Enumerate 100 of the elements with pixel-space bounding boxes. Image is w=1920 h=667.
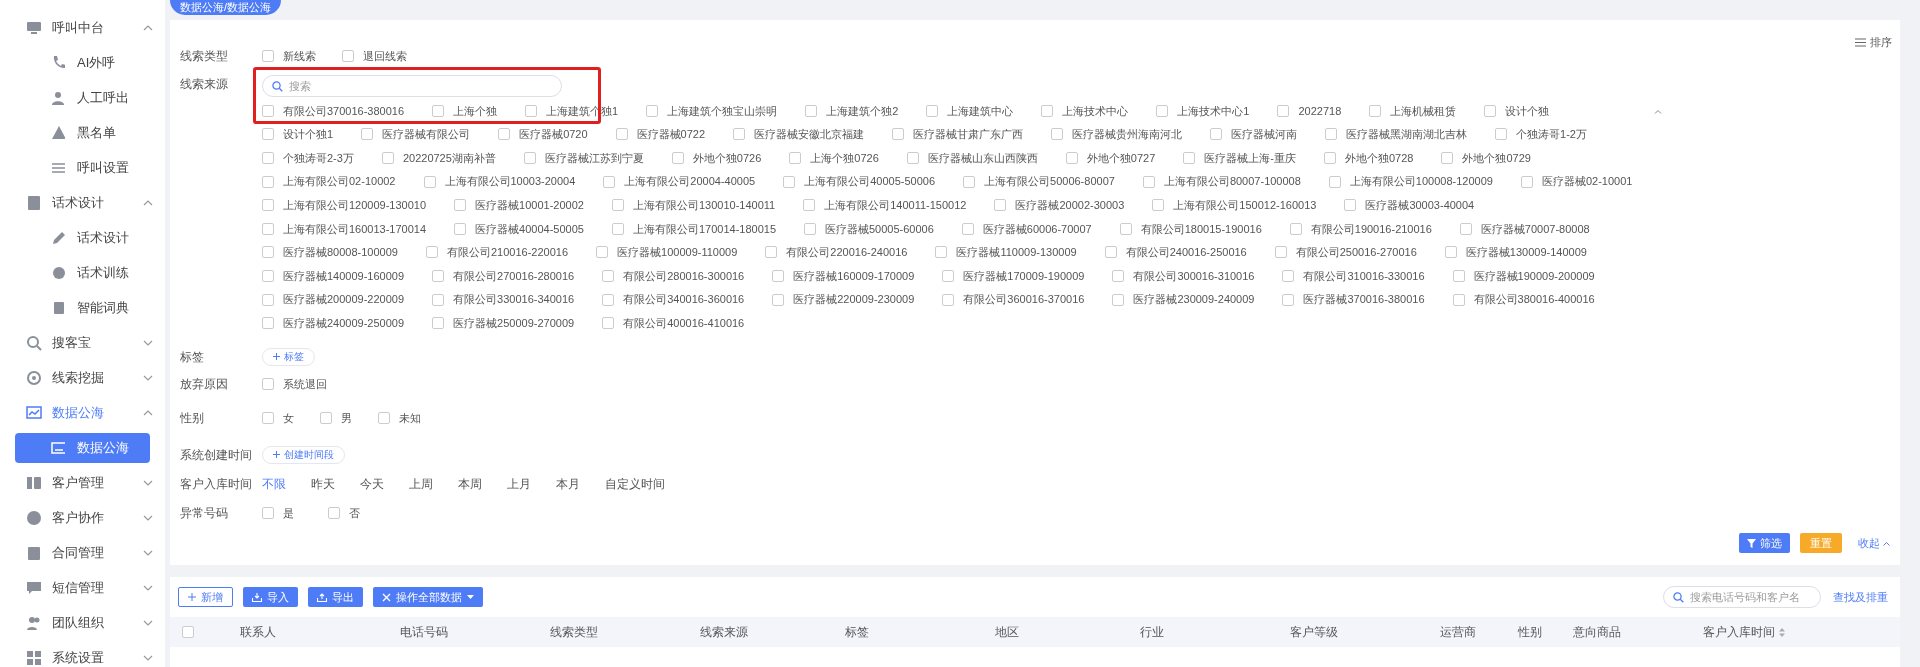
- search-field[interactable]: 搜索电话号码和客户名: [1663, 586, 1821, 608]
- checkbox[interactable]: [262, 50, 274, 62]
- checkbox[interactable]: [961, 222, 974, 235]
- checkbox[interactable]: [423, 175, 436, 188]
- checkbox[interactable]: [1484, 104, 1497, 117]
- checkbox[interactable]: [596, 246, 609, 259]
- checkbox[interactable]: [262, 222, 274, 235]
- checkbox[interactable]: [1452, 269, 1465, 282]
- checkbox[interactable]: [789, 152, 802, 164]
- checkbox[interactable]: [942, 269, 955, 282]
- checkbox[interactable]: [1369, 104, 1382, 117]
- sidebar-item[interactable]: 呼叫中台: [0, 10, 165, 45]
- checkbox[interactable]: [733, 128, 746, 141]
- export-button[interactable]: 导出: [308, 587, 363, 607]
- time-option[interactable]: 本周: [458, 474, 482, 493]
- checkbox[interactable]: [498, 128, 511, 141]
- collapse-link[interactable]: 收起: [1858, 534, 1890, 552]
- checkbox[interactable]: [320, 411, 332, 424]
- checkbox[interactable]: [1289, 222, 1302, 235]
- sidebar-item[interactable]: 系统设置: [0, 640, 165, 667]
- checkbox[interactable]: [1328, 175, 1341, 188]
- checkbox[interactable]: [804, 222, 816, 235]
- sidebar-item[interactable]: 数据公海: [0, 395, 165, 430]
- checkbox[interactable]: [262, 293, 274, 306]
- time-option[interactable]: 不限: [262, 474, 286, 493]
- checkbox[interactable]: [262, 175, 274, 188]
- checkbox[interactable]: [1452, 293, 1465, 306]
- checkbox[interactable]: [646, 104, 659, 117]
- checkbox[interactable]: [454, 199, 467, 212]
- time-option[interactable]: 上月: [507, 474, 531, 493]
- time-option[interactable]: 今天: [360, 474, 384, 493]
- sidebar-item[interactable]: 客户管理: [0, 465, 165, 500]
- import-button[interactable]: 导入: [243, 587, 298, 607]
- checkbox[interactable]: [1041, 104, 1054, 117]
- checkbox[interactable]: [1520, 175, 1533, 188]
- sidebar-item[interactable]: 合同管理: [0, 535, 165, 570]
- time-option[interactable]: 本月: [556, 474, 580, 493]
- sidebar-item[interactable]: 线索挖掘: [0, 360, 165, 395]
- checkbox[interactable]: [671, 152, 684, 164]
- checkbox[interactable]: [262, 246, 274, 259]
- checkbox[interactable]: [1152, 199, 1165, 212]
- checkbox[interactable]: [615, 128, 628, 141]
- checkbox[interactable]: [1142, 175, 1155, 188]
- checkbox[interactable]: [454, 222, 467, 235]
- checkbox[interactable]: [262, 128, 274, 141]
- sort-button[interactable]: 排序: [1855, 34, 1892, 51]
- checkbox[interactable]: [262, 377, 274, 390]
- search-field[interactable]: 搜索: [262, 75, 562, 97]
- checkbox[interactable]: [926, 104, 939, 117]
- dedupe-link[interactable]: 查找及排重: [1833, 588, 1888, 606]
- time-option[interactable]: 昨天: [311, 474, 335, 493]
- checkbox[interactable]: [935, 246, 948, 259]
- checkbox[interactable]: [1441, 152, 1454, 164]
- sidebar-subitem[interactable]: 智能词典: [15, 292, 150, 323]
- checkbox[interactable]: [262, 317, 274, 330]
- checkbox[interactable]: [805, 104, 818, 117]
- checkbox[interactable]: [342, 50, 354, 62]
- checkbox[interactable]: [783, 175, 796, 188]
- checkbox[interactable]: [378, 411, 390, 424]
- checkbox[interactable]: [1282, 269, 1295, 282]
- checkbox[interactable]: [942, 293, 955, 306]
- checkbox[interactable]: [262, 104, 274, 117]
- checkbox[interactable]: [772, 269, 785, 282]
- sidebar-subitem[interactable]: 话术设计: [15, 222, 150, 253]
- sidebar-subitem[interactable]: 数据公海: [15, 432, 150, 463]
- time-option[interactable]: 自定义时间: [605, 474, 665, 493]
- checkbox[interactable]: [906, 152, 919, 164]
- filter-button[interactable]: 筛选: [1739, 533, 1790, 553]
- checkbox[interactable]: [381, 152, 394, 164]
- checkbox[interactable]: [262, 199, 274, 212]
- checkbox[interactable]: [1495, 128, 1508, 141]
- checkbox[interactable]: [1459, 222, 1472, 235]
- checkbox[interactable]: [765, 246, 778, 259]
- checkbox[interactable]: [432, 317, 445, 330]
- checkbox[interactable]: [328, 506, 340, 519]
- sidebar-subitem[interactable]: 人工呼出: [15, 82, 150, 113]
- sidebar-item[interactable]: 搜客宝: [0, 325, 165, 360]
- checkbox[interactable]: [432, 269, 445, 282]
- checkbox[interactable]: [432, 293, 445, 306]
- sidebar-subitem[interactable]: 黑名单: [15, 117, 150, 148]
- checkbox[interactable]: [602, 269, 615, 282]
- sidebar-item[interactable]: 团队组织: [0, 605, 165, 640]
- sidebar-subitem[interactable]: AI外呼: [15, 47, 150, 78]
- checkbox[interactable]: [772, 293, 785, 306]
- sidebar-subitem[interactable]: 呼叫设置: [15, 152, 150, 183]
- sidebar-item[interactable]: 客户协作: [0, 500, 165, 535]
- checkbox[interactable]: [1274, 246, 1287, 259]
- checkbox[interactable]: [602, 317, 615, 330]
- sidebar-item[interactable]: 话术设计: [0, 185, 165, 220]
- checkbox[interactable]: [432, 104, 445, 117]
- time-option[interactable]: 上周: [409, 474, 433, 493]
- checkbox[interactable]: [262, 411, 274, 424]
- checkbox[interactable]: [963, 175, 976, 188]
- checkbox[interactable]: [994, 199, 1007, 212]
- checkbox[interactable]: [425, 246, 438, 259]
- checkbox[interactable]: [1112, 269, 1125, 282]
- checkbox[interactable]: [1065, 152, 1078, 164]
- checkbox[interactable]: [1325, 128, 1338, 141]
- sidebar-item[interactable]: 短信管理: [0, 570, 165, 605]
- checkbox[interactable]: [1277, 104, 1290, 117]
